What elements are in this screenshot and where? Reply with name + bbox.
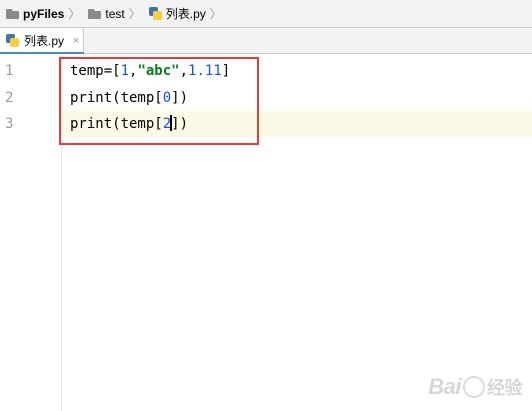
python-file-icon [148, 7, 162, 20]
breadcrumb: pyFiles 〉 test 〉 列表.py 〉 [0, 0, 532, 28]
breadcrumb-label: test [105, 6, 125, 21]
watermark-text: Bai [428, 374, 461, 399]
watermark-text: 经验 [487, 378, 523, 398]
editor-tab-bar: 列表.py × [0, 28, 532, 54]
line-number: 1 [5, 63, 14, 79]
breadcrumb-separator: 〉 [128, 7, 141, 21]
watermark: Bai 经验 [392, 369, 522, 405]
paw-logo-icon [463, 376, 485, 398]
python-file-icon [6, 34, 19, 47]
line-number: 2 [5, 90, 14, 106]
close-icon[interactable]: × [73, 35, 79, 47]
breadcrumb-label: 列表.py [165, 7, 206, 21]
tab-file[interactable]: 列表.py × [0, 28, 84, 54]
breadcrumb-separator: 〉 [68, 7, 81, 21]
folder-icon [88, 8, 102, 19]
breadcrumb-item-file[interactable]: 列表.py [143, 0, 209, 27]
breadcrumb-item-test[interactable]: test [82, 0, 127, 27]
tab-label: 列表.py [24, 34, 65, 48]
breadcrumb-item-pyfiles[interactable]: pyFiles [0, 0, 67, 27]
line-number: 3 [5, 116, 14, 132]
breadcrumb-separator: 〉 [209, 7, 222, 21]
code-editor[interactable]: 1 2 3 temp=[1,"abc",1.11] print(temp[0])… [0, 54, 532, 411]
annotation-highlight-box [59, 57, 259, 145]
folder-icon [6, 8, 19, 19]
breadcrumb-label: pyFiles [23, 6, 65, 21]
